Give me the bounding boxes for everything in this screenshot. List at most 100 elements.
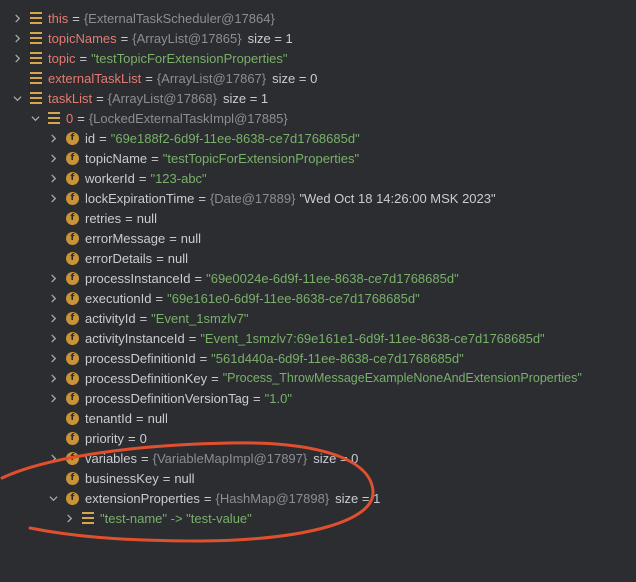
chevron-right-icon[interactable]	[48, 293, 58, 303]
field-name: processInstanceId	[85, 270, 191, 286]
equals-sign: =	[99, 130, 107, 146]
equals-sign: =	[198, 190, 206, 206]
field-row[interactable]: f topicName = "testTopicForExtensionProp…	[0, 148, 636, 168]
chevron-right-icon[interactable]	[48, 453, 58, 463]
field-icon: f	[66, 191, 79, 205]
field-name: activityInstanceId	[85, 330, 185, 346]
equals-sign: =	[139, 310, 148, 326]
list-icon	[30, 32, 42, 44]
string-value: "testTopicForExtensionProperties"	[162, 150, 360, 166]
map-entry-row[interactable]: "test-name" -> "test-value"	[0, 508, 636, 528]
field-icon: f	[66, 131, 79, 145]
field-row[interactable]: f id = "69e188f2-6d9f-11ee-8638-ce7d1768…	[0, 128, 636, 148]
equals-sign: =	[96, 90, 104, 106]
chevron-right-icon[interactable]	[48, 333, 58, 343]
field-row[interactable]: f processDefinitionId = "561d440a-6d9f-1…	[0, 348, 636, 368]
field-row[interactable]: f priority = 0	[0, 428, 636, 448]
number-value: 0	[139, 430, 147, 446]
string-value: "69e0024e-6d9f-11ee-8638-ce7d1768685d"	[206, 270, 459, 286]
equals-sign: =	[79, 50, 88, 66]
chevron-right-icon[interactable]	[48, 393, 58, 403]
list-icon	[30, 52, 42, 64]
field-name: lockExpirationTime	[85, 190, 195, 206]
field-row[interactable]: f businessKey = null	[0, 468, 636, 488]
field-name: errorMessage	[85, 230, 166, 246]
size-label: size = 1	[223, 90, 269, 106]
field-row[interactable]: f processInstanceId = "69e0024e-6d9f-11e…	[0, 268, 636, 288]
chevron-right-icon[interactable]	[48, 133, 58, 143]
object-reference: {LockedExternalTaskImpl@17885}	[88, 110, 288, 126]
field-icon: f	[66, 371, 79, 385]
chevron-right-icon[interactable]	[12, 13, 22, 23]
chevron-down-icon[interactable]	[48, 493, 58, 503]
string-value: "561d440a-6d9f-11ee-8638-ce7d1768685d"	[211, 350, 464, 366]
field-row[interactable]: f processDefinitionVersionTag = "1.0"	[0, 388, 636, 408]
variable-row[interactable]: topic = "testTopicForExtensionProperties…	[0, 48, 636, 68]
equals-sign: =	[162, 470, 171, 486]
field-name: processDefinitionId	[85, 350, 196, 366]
field-name: workerId	[85, 170, 135, 186]
chevron-right-icon[interactable]	[64, 513, 74, 523]
chevron-right-icon[interactable]	[12, 53, 22, 63]
chevron-right-icon[interactable]	[48, 373, 58, 383]
variable-row[interactable]: taskList = {ArrayList@17868} size = 1	[0, 88, 636, 108]
equals-sign: =	[125, 210, 133, 226]
equals-sign: =	[253, 390, 261, 406]
list-icon	[30, 92, 42, 104]
chevron-down-icon[interactable]	[12, 93, 22, 103]
variable-row[interactable]: 0 = {LockedExternalTaskImpl@17885}	[0, 108, 636, 128]
map-entry-icon	[82, 512, 94, 524]
equals-sign: =	[188, 330, 197, 346]
chevron-right-icon[interactable]	[48, 193, 58, 203]
variable-row[interactable]: topicNames = {ArrayList@17865} size = 1	[0, 28, 636, 48]
variable-row[interactable]: externalTaskList = {ArrayList@17867} siz…	[0, 68, 636, 88]
string-value: "Process_ThrowMessageExampleNoneAndExten…	[222, 371, 582, 385]
chevron-right-icon[interactable]	[48, 153, 58, 163]
variable-name: externalTaskList	[48, 70, 142, 86]
size-label: size = 0	[272, 70, 318, 86]
null-value: null	[174, 470, 195, 486]
field-icon: f	[66, 271, 79, 285]
date-value: "Wed Oct 18 14:26:00 MSK 2023"	[299, 190, 496, 206]
field-row[interactable]: f workerId = "123-abc"	[0, 168, 636, 188]
field-row[interactable]: f extensionProperties = {HashMap@17898} …	[0, 488, 636, 508]
field-row[interactable]: f errorMessage = null	[0, 228, 636, 248]
object-reference: {ArrayList@17865}	[132, 30, 242, 46]
field-row[interactable]: f tenantId = null	[0, 408, 636, 428]
size-label: size = 0	[313, 450, 359, 466]
chevron-right-icon[interactable]	[48, 173, 58, 183]
field-row[interactable]: f activityId = "Event_1smzlv7"	[0, 308, 636, 328]
string-value: "1.0"	[264, 390, 292, 406]
null-value: null	[147, 410, 168, 426]
chevron-down-icon[interactable]	[30, 113, 40, 123]
variable-row[interactable]: this = {ExternalTaskScheduler@17864}	[0, 8, 636, 28]
chevron-right-icon[interactable]	[48, 353, 58, 363]
null-value: null	[136, 210, 157, 226]
map-entry-value: "test-name" -> "test-value"	[100, 510, 252, 526]
chevron-right-icon[interactable]	[48, 273, 58, 283]
field-icon: f	[66, 331, 79, 345]
object-reference: {HashMap@17898}	[215, 490, 330, 506]
chevron-right-icon[interactable]	[12, 33, 22, 43]
equals-sign: =	[120, 30, 129, 46]
equals-sign: =	[194, 270, 203, 286]
field-row[interactable]: f errorDetails = null	[0, 248, 636, 268]
field-name: activityId	[85, 310, 136, 326]
field-icon: f	[66, 231, 79, 245]
field-icon: f	[66, 351, 79, 365]
field-name: retries	[85, 210, 122, 226]
field-row[interactable]: f variables = {VariableMapImpl@17897} si…	[0, 448, 636, 468]
field-name: businessKey	[85, 470, 159, 486]
field-name: id	[85, 130, 96, 146]
field-name: executionId	[85, 290, 152, 306]
field-row[interactable]: f processDefinitionKey = "Process_ThrowM…	[0, 368, 636, 388]
field-row[interactable]: f activityInstanceId = "Event_1smzlv7:69…	[0, 328, 636, 348]
list-icon	[30, 12, 42, 24]
chevron-right-icon[interactable]	[48, 313, 58, 323]
field-row[interactable]: f executionId = "69e161e0-6d9f-11ee-8638…	[0, 288, 636, 308]
list-icon	[48, 112, 60, 124]
field-row[interactable]: f retries = null	[0, 208, 636, 228]
field-row[interactable]: f lockExpirationTime = {Date@17889} "Wed…	[0, 188, 636, 208]
string-value: "Event_1smzlv7"	[151, 310, 249, 326]
object-reference: {VariableMapImpl@17897}	[152, 450, 308, 466]
